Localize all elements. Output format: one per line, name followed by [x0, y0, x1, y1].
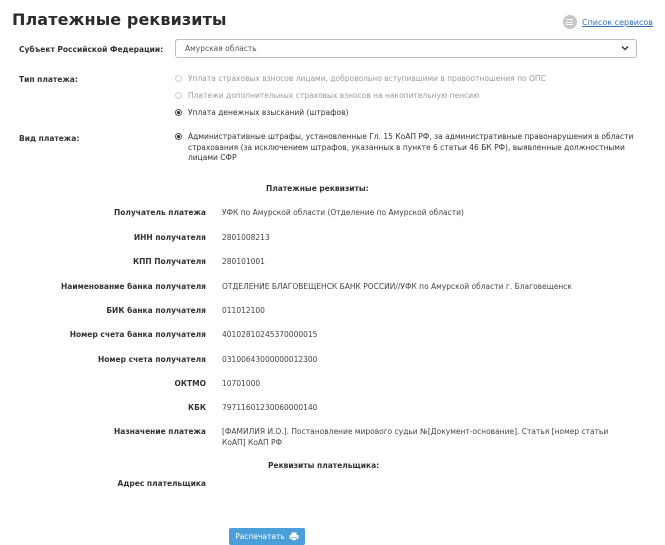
payment-type-option-fines[interactable]: Уплата денежных взысканий (штрафов)	[175, 108, 348, 119]
payment-type-option-label: Уплата страховых взносов лицами, доброво…	[188, 74, 546, 83]
recipient-account-value: 03100643000000012300	[222, 355, 318, 364]
payment-kind-label: Вид платежа:	[19, 134, 80, 143]
purpose-value: [ФАМИЛИЯ И.О.]. Постановление мирового с…	[222, 427, 609, 447]
requisites-title: Платежные реквизиты:	[266, 184, 369, 193]
subject-select[interactable]: Амурская область	[175, 39, 637, 58]
oktmo-value: 10701000	[222, 379, 261, 388]
oktmo-label: ОКТМО	[174, 379, 206, 388]
kpp-value: 280101001	[222, 257, 265, 266]
recipient-value: УФК по Амурской области (Отделение по Ам…	[222, 208, 464, 217]
printer-icon	[289, 532, 299, 541]
purpose-label: Назначение платежа	[113, 427, 206, 436]
bik-label: БИК банка получателя	[106, 306, 206, 315]
radio-button-selected[interactable]	[175, 109, 182, 116]
payer-address-label: Адрес плательщика	[117, 479, 206, 488]
print-button[interactable]: Распечатать	[229, 528, 305, 545]
print-button-label: Распечатать	[235, 532, 285, 541]
payment-type-option-pension[interactable]: Платежи дополнительных страховых взносов…	[175, 91, 479, 102]
services-link-label[interactable]: Список сервисов	[582, 18, 653, 27]
payer-title: Реквизиты плательщика:	[268, 461, 380, 470]
subject-label: Субъект Российской Федерации:	[19, 45, 164, 54]
recipient-account-label: Номер счета получателя	[98, 355, 206, 364]
bank-account-label: Номер счета банка получателя	[69, 330, 206, 339]
bank-account-value: 40102810245370000015	[222, 330, 318, 339]
payment-type-option-label: Уплата денежных взысканий (штрафов)	[188, 108, 349, 117]
list-icon	[562, 15, 577, 29]
chevron-down-icon	[621, 46, 629, 51]
payment-type-option-label: Платежи дополнительных страховых взносов…	[188, 91, 480, 100]
bik-value: 011012100	[222, 306, 265, 315]
subject-select-value: Амурская область	[185, 44, 257, 53]
bank-name-label: Наименование банка получателя	[61, 282, 206, 291]
payment-kind-option[interactable]: Административные штрафы, установленные Г…	[175, 132, 637, 164]
inn-label: ИНН получателя	[133, 233, 206, 242]
radio-button[interactable]	[175, 75, 182, 82]
payment-type-option-ops[interactable]: Уплата страховых взносов лицами, доброво…	[175, 74, 546, 85]
payment-kind-option-label: Административные штрафы, установленные Г…	[188, 132, 634, 162]
radio-button[interactable]	[175, 92, 182, 99]
kbk-label: КБК	[188, 403, 206, 412]
kbk-value: 79711601230060000140	[222, 403, 318, 412]
page-title: Платежные реквизиты	[12, 10, 227, 29]
services-list-link[interactable]: Список сервисов	[562, 15, 653, 29]
inn-value: 2801008213	[222, 233, 270, 242]
recipient-label: Получатель платежа	[114, 208, 206, 217]
kpp-label: КПП Получателя	[132, 257, 206, 266]
bank-name-value: ОТДЕЛЕНИЕ БЛАГОВЕЩЕНСК БАНК РОССИИ//УФК …	[222, 282, 572, 291]
radio-button-selected[interactable]	[175, 133, 182, 140]
payment-type-label: Тип платежа:	[19, 75, 78, 84]
